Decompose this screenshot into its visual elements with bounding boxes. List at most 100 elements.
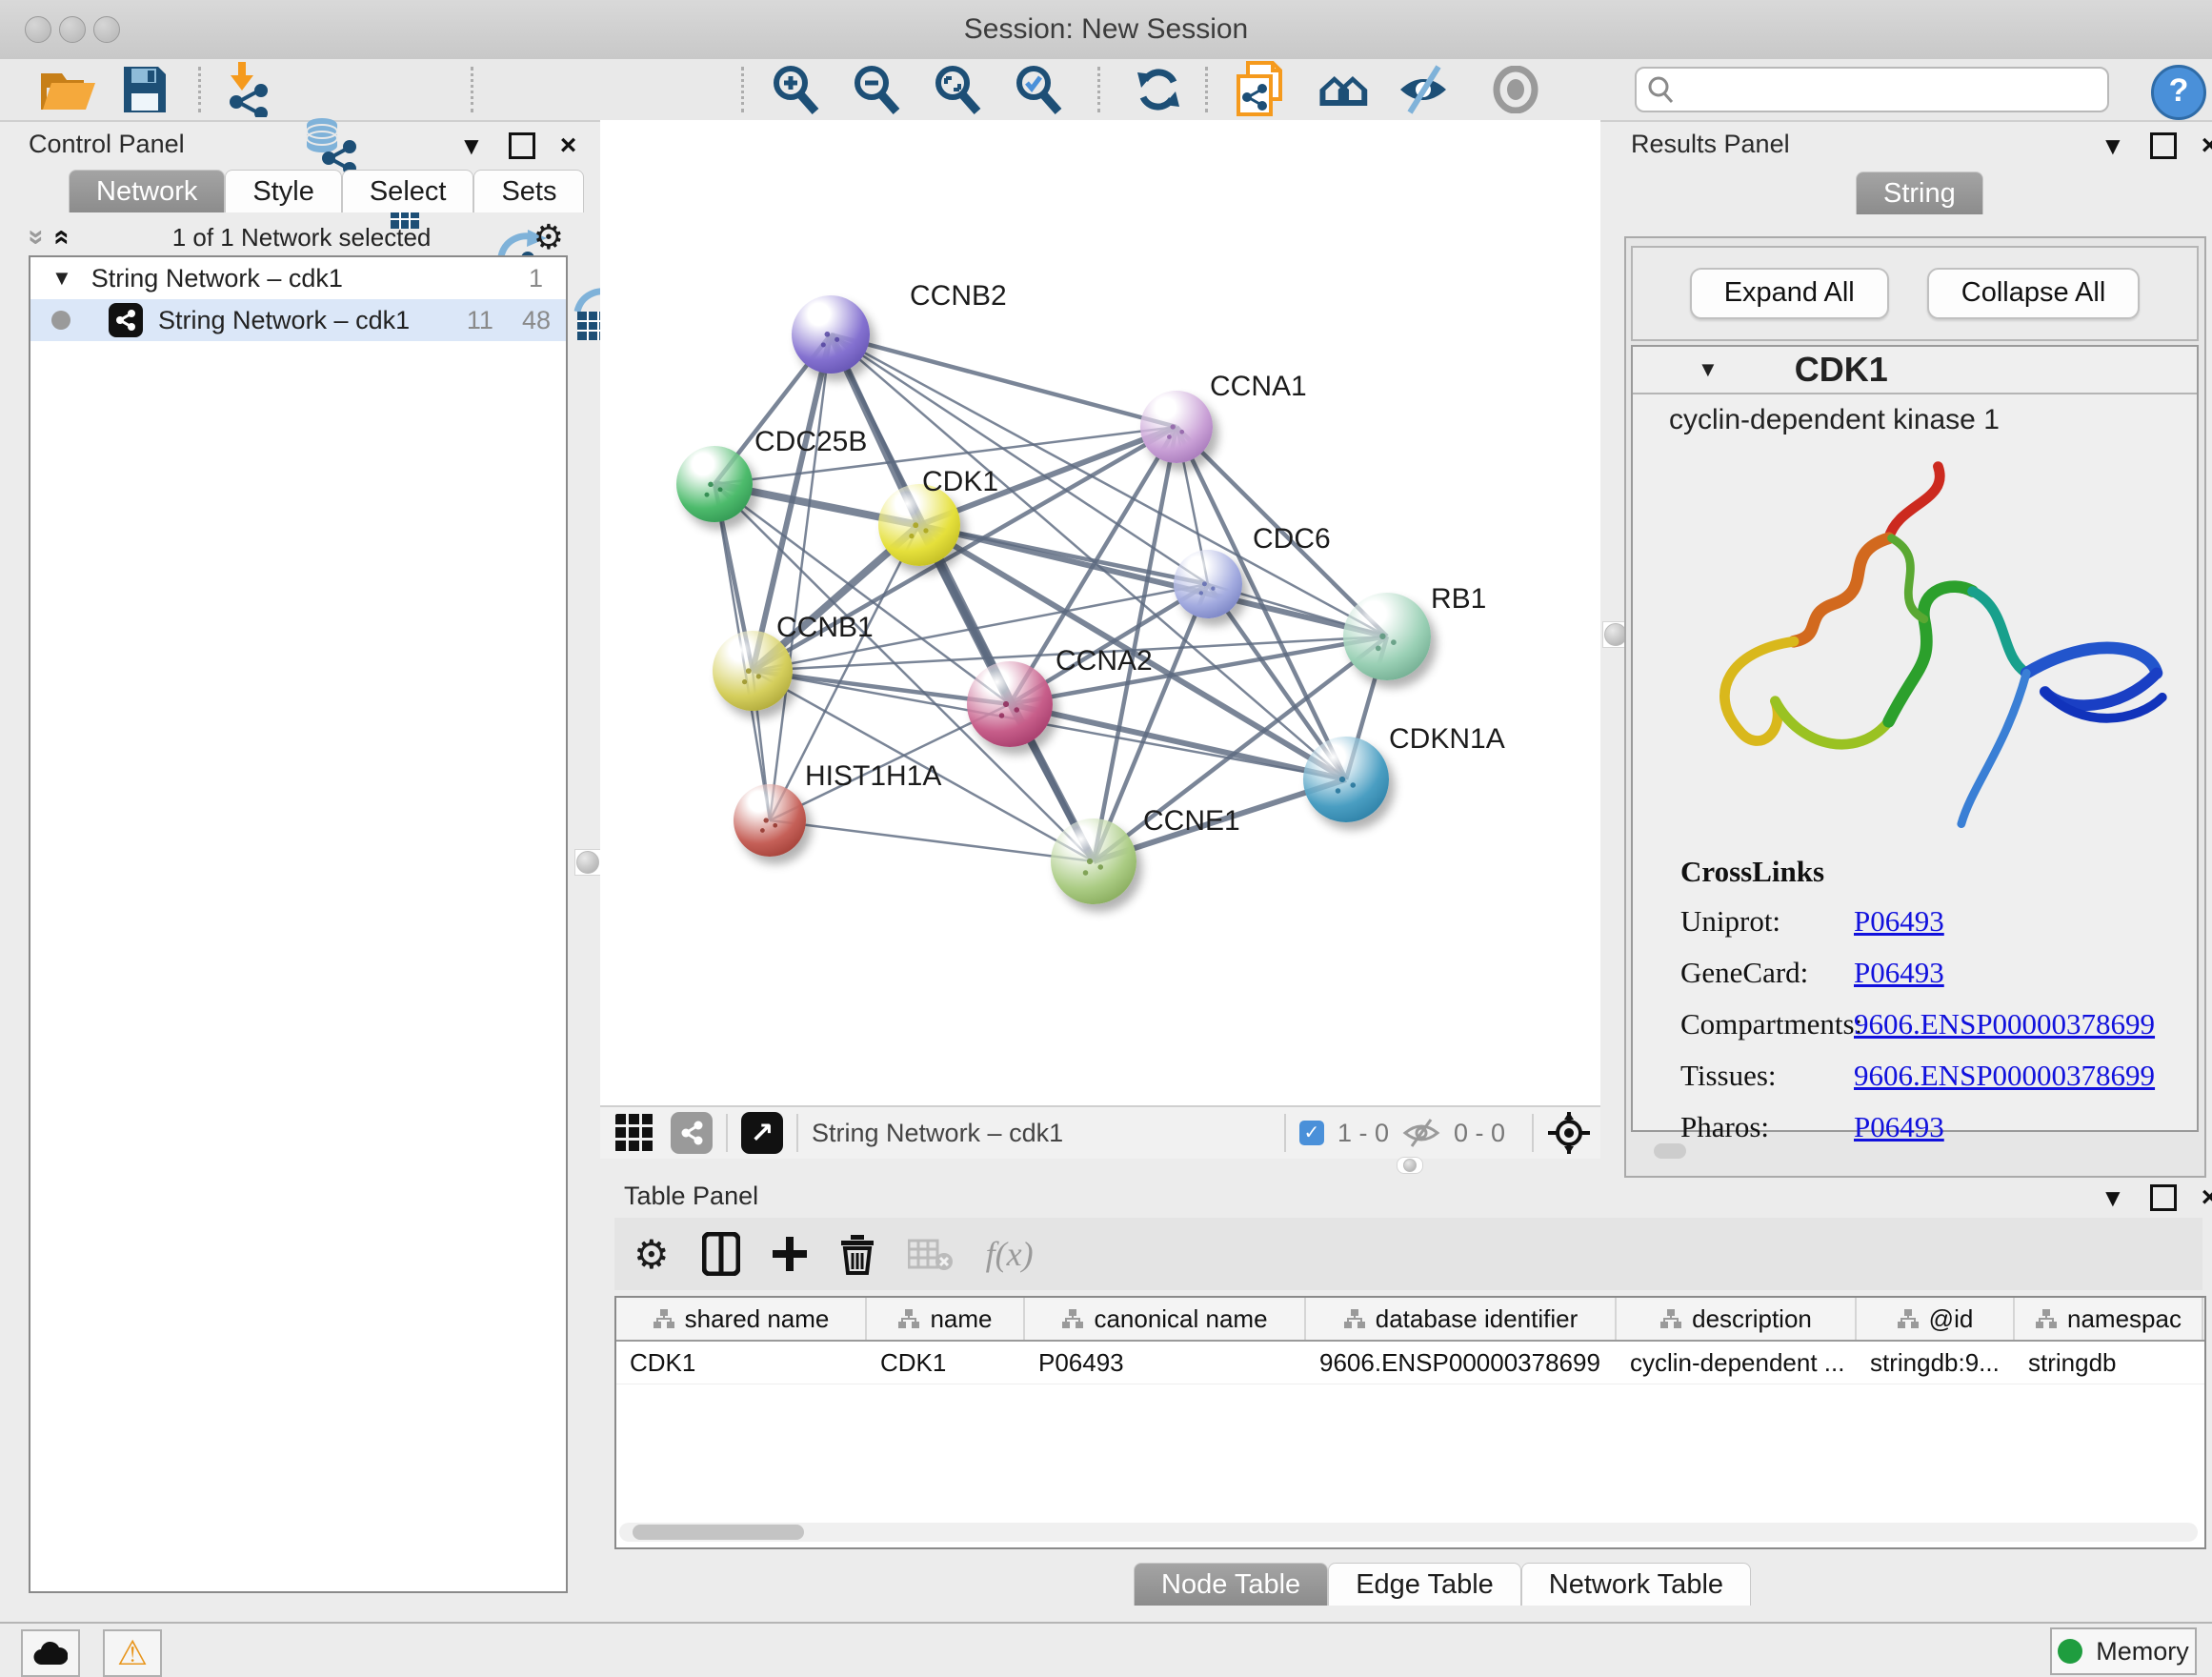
collection-expander-icon[interactable]: ▼: [51, 266, 72, 291]
zoom-out-icon: [851, 64, 902, 115]
show-hidden-button[interactable]: [1492, 66, 1539, 113]
table-cell[interactable]: CDK1: [867, 1342, 1025, 1384]
left-splitter-handle[interactable]: [574, 849, 601, 876]
node-HIST1H1A[interactable]: [734, 784, 806, 857]
search-field[interactable]: [1635, 67, 2109, 112]
network-row-selected[interactable]: String Network – cdk1 11 48: [30, 299, 566, 341]
column-header-name[interactable]: name: [867, 1298, 1025, 1340]
column-header-description[interactable]: description: [1617, 1298, 1857, 1340]
search-icon: [1646, 75, 1675, 104]
crosslink-link[interactable]: P06493: [1854, 904, 1944, 939]
crosslink-link[interactable]: P06493: [1854, 956, 1944, 990]
save-session-button[interactable]: [122, 65, 168, 114]
window-titlebar[interactable]: Session: New Session: [0, 0, 2212, 61]
node-CCNA2[interactable]: [967, 661, 1053, 747]
panel-menu-icon[interactable]: ▼: [2101, 1183, 2125, 1213]
crosslink-link[interactable]: 9606.ENSP00000378699: [1854, 1007, 2155, 1041]
panel-float-icon[interactable]: [509, 132, 535, 159]
zoom-fit-button[interactable]: [932, 64, 983, 115]
open-session-button[interactable]: [38, 66, 97, 113]
results-hscroll-thumb[interactable]: [1654, 1143, 1686, 1159]
node-CDKN1A[interactable]: [1303, 737, 1389, 822]
zoom-selected-button[interactable]: [1013, 64, 1064, 115]
network-canvas[interactable]: CCNB2CCNA1CDC25BCDK1CDC6RB1CCNB1CCNA2CDK…: [600, 120, 1600, 1105]
warnings-button[interactable]: ⚠: [103, 1629, 162, 1677]
panel-menu-icon[interactable]: ▼: [2101, 131, 2125, 161]
grid-view-icon[interactable]: [613, 1112, 655, 1154]
selected-checkbox-icon[interactable]: ✓: [1299, 1121, 1324, 1145]
node-CCNA1[interactable]: [1140, 391, 1213, 463]
create-column-plus-icon[interactable]: [773, 1237, 807, 1271]
table-hscrollbar[interactable]: [619, 1523, 2198, 1542]
node-CDC6[interactable]: [1174, 550, 1242, 618]
network-list-header: » « 1 of 1 Network selected ⚙: [29, 217, 564, 257]
panel-menu-icon[interactable]: ▼: [459, 131, 484, 161]
crosslink-link[interactable]: P06493: [1854, 1110, 1944, 1144]
duplicate-network-button[interactable]: [1235, 61, 1294, 118]
collection-count: 1: [529, 264, 543, 293]
help-button[interactable]: ?: [2151, 65, 2206, 120]
apply-layout-button[interactable]: [1134, 65, 1183, 114]
column-header-@id[interactable]: @id: [1857, 1298, 2015, 1340]
current-network-dot-icon: [51, 311, 70, 330]
delete-column-trash-icon[interactable]: [839, 1233, 875, 1275]
tab-network-table[interactable]: Network Table: [1521, 1563, 1751, 1606]
node-label-CCNA1: CCNA1: [1210, 371, 1307, 403]
zoom-out-button[interactable]: [851, 64, 902, 115]
table-cell[interactable]: stringdb:9...: [1857, 1342, 2015, 1384]
panel-float-icon[interactable]: [2150, 132, 2177, 159]
table-cell[interactable]: CDK1: [616, 1342, 867, 1384]
birds-eye-view-icon[interactable]: [1547, 1111, 1591, 1155]
show-neighbors-button[interactable]: ⌂⌂: [1317, 65, 1354, 114]
collapse-all-button[interactable]: Collapse All: [1927, 268, 2141, 319]
node-CCNE1[interactable]: [1051, 818, 1136, 904]
column-header-namespac[interactable]: namespac: [2015, 1298, 2203, 1340]
table-row[interactable]: CDK1CDK1P064939606.ENSP00000378699cyclin…: [616, 1342, 2204, 1384]
expand-all-button[interactable]: Expand All: [1690, 268, 1889, 319]
tab-sets[interactable]: Sets: [473, 170, 584, 212]
node-CCNB2[interactable]: [792, 295, 870, 374]
panel-close-icon[interactable]: ×: [2202, 1182, 2212, 1214]
table-hscrollbar-thumb[interactable]: [633, 1525, 804, 1540]
results-tab-string[interactable]: String: [1856, 172, 1983, 214]
horizontal-splitter-handle[interactable]: [1397, 1157, 1423, 1174]
table-cell[interactable]: cyclin-dependent ...: [1617, 1342, 1857, 1384]
zoom-in-button[interactable]: [770, 64, 821, 115]
expand-all-networks-icon[interactable]: «: [46, 230, 78, 246]
table-cell[interactable]: stringdb: [2015, 1342, 2203, 1384]
crosslink-label: GeneCard:: [1680, 956, 1854, 990]
node-CDC25B[interactable]: [676, 446, 753, 522]
table-cell[interactable]: P06493: [1025, 1342, 1306, 1384]
cloud-status-button[interactable]: [21, 1629, 80, 1677]
column-header-shared-name[interactable]: shared name: [616, 1298, 867, 1340]
hidden-eye-slash-icon[interactable]: [1402, 1118, 1440, 1148]
node-RB1[interactable]: [1343, 593, 1431, 680]
column-header-canonical-name[interactable]: canonical name: [1025, 1298, 1306, 1340]
table-settings-gear-icon[interactable]: ⚙: [633, 1231, 670, 1278]
network-collection-row[interactable]: ▼ String Network – cdk1 1: [30, 257, 566, 299]
table-cell[interactable]: 9606.ENSP00000378699: [1306, 1342, 1617, 1384]
tab-style[interactable]: Style: [225, 170, 341, 212]
hide-selected-button[interactable]: [1397, 65, 1450, 114]
panel-float-icon[interactable]: [2150, 1184, 2177, 1211]
tab-node-table[interactable]: Node Table: [1134, 1563, 1328, 1606]
show-columns-icon[interactable]: [702, 1232, 740, 1276]
protein-expander-icon[interactable]: ▼: [1698, 357, 1719, 382]
memory-button[interactable]: Memory: [2050, 1627, 2197, 1675]
search-input[interactable]: [1675, 74, 2107, 106]
network-options-gear-icon[interactable]: ⚙: [533, 218, 564, 257]
tab-network[interactable]: Network: [69, 170, 225, 212]
column-header-database-identifier[interactable]: database identifier: [1306, 1298, 1617, 1340]
string-view-icon[interactable]: [671, 1112, 713, 1154]
node-label-RB1: RB1: [1431, 583, 1486, 616]
crosslink-link[interactable]: 9606.ENSP00000378699: [1854, 1059, 2155, 1093]
panel-close-icon[interactable]: ×: [2202, 130, 2212, 162]
function-builder-icon: f(x): [986, 1234, 1034, 1274]
detach-view-icon[interactable]: ↗: [741, 1112, 783, 1154]
panel-close-icon[interactable]: ×: [560, 130, 577, 162]
hidden-counts: 0 - 0: [1454, 1119, 1505, 1148]
tab-select[interactable]: Select: [342, 170, 474, 212]
protein-structure-image: [1648, 450, 2182, 850]
protein-card-header[interactable]: ▼ CDK1: [1633, 347, 2197, 394]
tab-edge-table[interactable]: Edge Table: [1328, 1563, 1521, 1606]
